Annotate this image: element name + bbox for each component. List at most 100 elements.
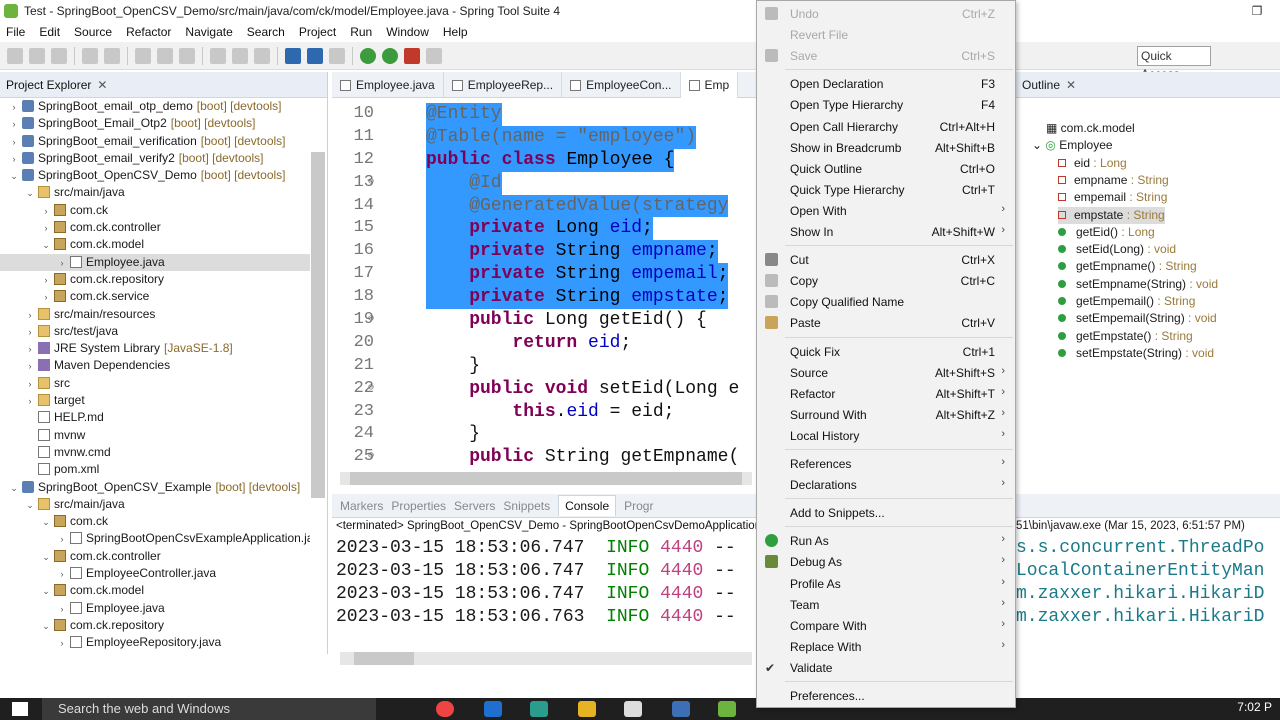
collapsed-chevron-icon[interactable]: › [40,289,52,306]
code-line[interactable]: 23 this.eid = eid; [332,401,756,424]
store-icon[interactable] [624,701,642,717]
collapsed-chevron-icon[interactable]: › [24,307,36,324]
menu-window[interactable]: Window [386,25,429,39]
outline-item[interactable]: getEid() : Long [1058,224,1155,241]
tree-item[interactable]: ⌄ src/main/java [0,496,310,513]
fold-toggle-icon[interactable]: ⊖ [368,378,374,401]
menu-item-quick-type-hierarchy[interactable]: Quick Type Hierarchy Ctrl+T [757,179,1015,200]
outline-item[interactable]: getEmpname() : String [1058,258,1197,275]
tree-item[interactable]: › com.ck [0,202,310,219]
resume-icon[interactable] [135,47,151,64]
collapsed-chevron-icon[interactable]: › [40,220,52,237]
tree-item[interactable]: › com.ck.repository [0,271,310,288]
menu-item-open-call-hierarchy[interactable]: Open Call Hierarchy Ctrl+Alt+H [757,116,1015,137]
code-area[interactable]: 10 @Entity 11 @Table(name = "employee") 12 pu… [332,103,756,483]
code-line[interactable]: 22 ⊖ public void setEid(Long e [332,378,756,401]
expanded-chevron-icon[interactable]: ⌄ [24,497,36,514]
tree-item[interactable]: › SpringBootOpenCsvExampleApplication.jav [0,530,311,547]
collapsed-chevron-icon[interactable]: › [24,341,36,358]
menu-item-team[interactable]: Team › [757,594,1015,615]
tree-item[interactable]: › src/main/resources [0,306,310,323]
menu-item-quick-outline[interactable]: Quick Outline Ctrl+O [757,158,1015,179]
tree-item[interactable]: › SpringBoot_email_verification [boot] [de… [0,133,310,150]
menu-item-add-to-snippets[interactable]: Add to Snippets... [757,502,1015,523]
tree-item[interactable]: mvnw [0,427,310,444]
tree-item[interactable]: › SpringBoot_Email_Otp2 [boot] [devtools] [0,115,310,132]
code-line[interactable]: 20 return eid; [332,332,756,355]
project-scrollbar[interactable] [311,152,325,498]
outline-item[interactable]: eid : Long [1058,155,1127,172]
tree-item[interactable]: › JRE System Library [JavaSE-1.8] [0,340,310,357]
collapsed-chevron-icon[interactable]: › [24,358,36,375]
tree-item[interactable]: › Employee.java [0,253,310,271]
code-line[interactable]: 18 private String empstate; [332,286,756,310]
code-line[interactable]: 10 @Entity [332,103,756,126]
console-tab-markers[interactable]: Markers [340,499,383,513]
menu-item-preferences[interactable]: Preferences... [757,685,1015,706]
console-tab-servers[interactable]: Servers [454,499,495,513]
menu-navigate[interactable]: Navigate [185,25,232,39]
debug-icon[interactable] [82,47,98,64]
outline-item[interactable]: ⌄ ◎ Employee [1032,137,1113,154]
close-icon[interactable]: ✕ [1066,78,1076,92]
console-tab-properties[interactable]: Properties [391,499,446,513]
tree-item[interactable]: › SpringBoot_email_verify2 [boot] [devtool… [0,150,310,167]
menu-run[interactable]: Run [350,25,372,39]
editor-tab[interactable]: Emp [680,72,739,98]
code-editor[interactable]: Employee.java EmployeeRep... EmployeeCon..… [332,72,756,488]
sts-icon[interactable] [718,701,736,717]
tree-item[interactable]: mvnw.cmd [0,444,310,461]
menu-item-cut[interactable]: Cut Ctrl+X [757,249,1015,270]
tree-item[interactable]: › com.ck.controller [0,219,310,236]
menu-item-validate[interactable]: ✔ Validate [757,657,1015,678]
collapsed-chevron-icon[interactable]: › [24,324,36,341]
tree-item[interactable]: ⌄ src/main/java [0,184,310,201]
tree-item[interactable]: › com.ck.service [0,288,310,305]
outline-item[interactable]: empstate : String [1058,206,1165,224]
menu-item-local-history[interactable]: Local History › [757,425,1015,446]
skip-breakpoints-icon[interactable] [104,47,120,64]
close-icon[interactable]: ✕ [97,78,107,92]
tree-item[interactable]: › Employee.java [0,600,310,617]
file-explorer-icon[interactable] [578,701,596,717]
collapsed-chevron-icon[interactable]: › [40,203,52,220]
menu-item-quick-fix[interactable]: Quick Fix Ctrl+1 [757,341,1015,362]
save-icon[interactable] [29,47,45,64]
menu-item-declarations[interactable]: Declarations › [757,474,1015,495]
console-tab-console[interactable]: Console [558,495,617,516]
windows-start-icon[interactable] [12,702,28,716]
run-icon[interactable] [382,47,398,64]
collapsed-chevron-icon[interactable]: › [56,601,68,618]
stop-icon[interactable] [426,47,442,64]
editor-tab[interactable]: EmployeeRep... [444,72,563,98]
step-over-icon[interactable] [232,47,248,64]
outline-item[interactable]: setEmpname(String) : void [1058,276,1218,293]
step-return-icon[interactable] [254,47,270,64]
code-line[interactable]: 11 @Table(name = "employee") [332,125,756,149]
boot-dashboard-icon[interactable] [285,47,301,64]
outline-item[interactable]: empemail : String [1058,189,1167,206]
collapsed-chevron-icon[interactable]: › [24,376,36,393]
taskbar-search[interactable]: Search the web and Windows [42,698,376,720]
new-spring-project-icon[interactable] [307,47,323,64]
expanded-chevron-icon[interactable]: ⌄ [40,618,52,635]
console-tab-snippets[interactable]: Snippets [503,499,550,513]
save-all-icon[interactable] [51,47,67,64]
collapsed-chevron-icon[interactable]: › [56,635,68,650]
menu-source[interactable]: Source [74,25,112,39]
menu-item-open-type-hierarchy[interactable]: Open Type Hierarchy F4 [757,94,1015,115]
menu-item-debug-as[interactable]: Debug As › [757,551,1015,572]
outline-item[interactable]: setEmpstate(String) : void [1058,345,1214,362]
outline-item[interactable]: getEmpstate() : String [1058,328,1193,345]
restore-button[interactable]: ❐ [1234,0,1280,22]
code-line[interactable]: 15 private Long eid; [332,217,756,241]
expanded-chevron-icon[interactable]: ⌄ [40,237,52,254]
menu-item-run-as[interactable]: Run As › [757,530,1015,551]
tree-item[interactable]: › target [0,392,310,409]
mysql-icon[interactable] [672,701,690,717]
tree-item[interactable]: › SpringBoot_email_otp_demo [boot] [devtoo… [0,98,310,115]
collapsed-chevron-icon[interactable]: › [8,151,20,168]
outline-item[interactable]: getEmpemail() : String [1058,293,1195,310]
menu-item-compare-with[interactable]: Compare With › [757,615,1015,636]
code-line[interactable]: 13 ⊖ @Id [332,171,756,195]
